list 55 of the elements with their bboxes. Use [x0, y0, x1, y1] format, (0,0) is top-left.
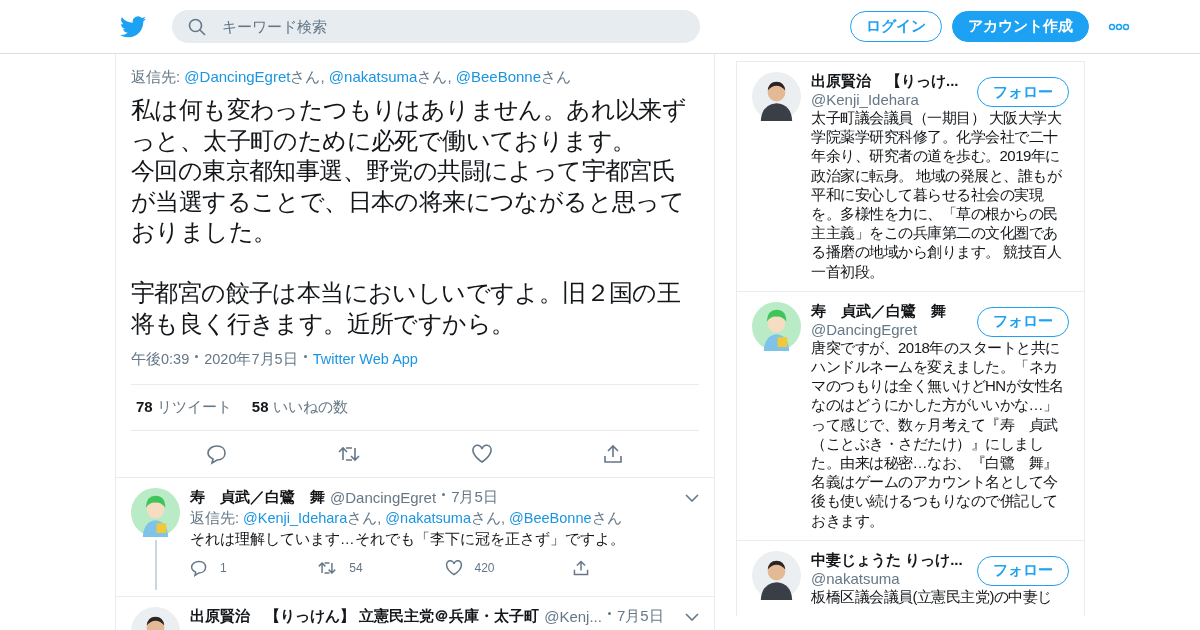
share-icon[interactable]: [571, 559, 590, 577]
reply-date: 7月5日: [616, 607, 664, 626]
search-field[interactable]: キーワード検索: [172, 10, 700, 43]
profile-bio: 太子町議会議員（一期目） 大阪大学大学院薬学研究科修了。化学会社で二十年余り、研究者の道を歩む。2019年に政治家に転身。 地域の発展と、誰もが平和に安心して暮らせる社会の実現を。多様性を力に、「草の根からの民主主義」をこの兵庫第二の文化圏である播磨の地域から創ります。 競技百人一首初段。: [811, 108, 1063, 281]
user-name[interactable]: 中妻じょうた りっけ...: [811, 550, 963, 570]
user-name[interactable]: 寿 貞武／白鷺 舞: [190, 488, 325, 507]
reply-icon[interactable]: [190, 559, 208, 577]
user-name[interactable]: 出原賢治 【りっけん】 立憲民主党＠兵庫・太子町: [190, 607, 540, 626]
retweet-icon[interactable]: [317, 559, 338, 577]
mention-link[interactable]: @DancingEgret: [184, 68, 291, 85]
avatar[interactable]: [752, 550, 801, 600]
reply-text: それは理解しています…それでも「李下に冠を正さず」ですよ。: [190, 530, 626, 549]
source-link[interactable]: Twitter Web App: [312, 351, 418, 367]
heart-icon[interactable]: [444, 559, 463, 577]
chevron-down-icon[interactable]: [685, 612, 699, 621]
tweet-text: 今回の東京都知事選、野党の共闘によって宇都宮氏が当選することで、日本の将来につながると思っておりました。: [131, 157, 686, 247]
heart-icon[interactable]: [470, 443, 493, 465]
bird-logo-icon[interactable]: [120, 15, 146, 38]
avatar[interactable]: [752, 72, 801, 121]
signup-button[interactable]: アカウント作成: [952, 11, 1089, 42]
tweet-text: 私は何も変わったつもりはありません。あれ以来ずっと、太子町のために必死で働いております。: [131, 96, 688, 156]
mention-link[interactable]: @BeeBonne: [455, 68, 542, 85]
follow-button[interactable]: フォロー: [977, 77, 1069, 107]
like-count: 420: [474, 561, 495, 575]
login-button[interactable]: ログイン: [850, 11, 942, 42]
user-handle: @nakatsuma: [811, 569, 901, 587]
share-icon[interactable]: [602, 443, 624, 465]
more-icon[interactable]: [1108, 22, 1130, 31]
profile-bio: 板橋区議会議員(立憲民主党)の中妻じ: [811, 586, 1053, 607]
mention-link[interactable]: @BeeBonne: [509, 510, 592, 526]
mention-link[interactable]: @nakatsuma: [328, 68, 418, 85]
reply-to-line: 返信先: @DancingEgretさん, @nakatsumaさん, @BeeBonneさん: [131, 68, 573, 87]
search-icon: [188, 18, 206, 36]
user-handle: @DancingEgret: [330, 489, 437, 506]
user-handle: @DancingEgret: [811, 320, 919, 338]
stat-count[interactable]: 78 リツイート: [136, 398, 232, 417]
stat-count[interactable]: 58 いいねの数: [251, 398, 348, 417]
reply-icon[interactable]: [206, 443, 228, 465]
retweet-count: 54: [349, 561, 363, 575]
profile-bio: 唐突ですが、2018年のスタートと共にハンドルネームを変えました。「ネカマのつもりは全く無いけどHNが女性名なのはどうにかした方がいいかな…」って感じで、数ヶ月考えて『寿 貞武（ことぶき・さだたけ）』にしました。由来は秘密…なお、『白鷺 舞』名義はゲームのアカウント名として今後も使い続けるつもりなので併記しておきます。: [811, 338, 1065, 530]
user-handle: @Kenji_Idehara: [811, 91, 920, 108]
reply-to-line: 返信先: @Kenji_Ideharaさん, @nakatsumaさん, @BeeBonne さん: [190, 509, 623, 528]
user-name[interactable]: 出原賢治 【りっけ...: [811, 72, 959, 91]
reply-count: 1: [220, 561, 227, 575]
user-handle: @Kenj...: [544, 608, 602, 625]
tweet-date: 2020年7月5日: [204, 349, 298, 369]
follow-button[interactable]: フォロー: [977, 555, 1069, 586]
tweet-text: 宇都宮の餃子は本当においしいですよ。旧２国の王将も良く行きます。近所ですから。: [131, 279, 682, 339]
mention-link[interactable]: @nakatsuma: [385, 510, 471, 526]
chevron-down-icon[interactable]: [685, 493, 699, 502]
mention-link[interactable]: @Kenji_Idehara: [243, 510, 348, 526]
user-name[interactable]: 寿 貞武／白鷺 舞: [811, 301, 946, 321]
follow-button[interactable]: フォロー: [977, 306, 1069, 337]
reply-date: 7月5日: [451, 488, 498, 507]
tweet-time: 午後0:39: [131, 349, 190, 369]
